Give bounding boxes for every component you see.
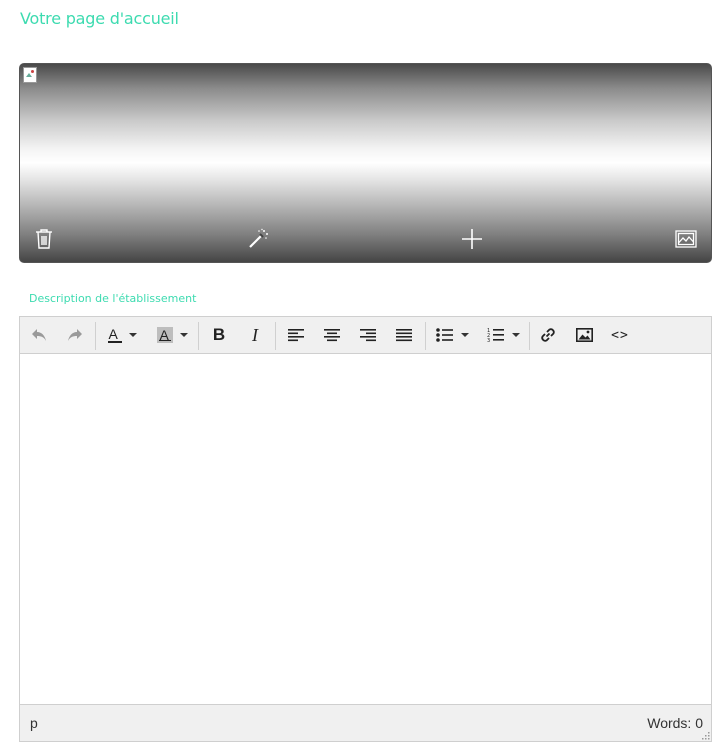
bold-icon: B bbox=[212, 325, 226, 344]
banner-image bbox=[19, 63, 712, 263]
link-icon bbox=[541, 328, 555, 342]
numbered-list-button[interactable]: 123 bbox=[481, 322, 525, 348]
chevron-down-icon bbox=[128, 333, 137, 337]
toolbar-separator bbox=[95, 322, 96, 350]
magic-wand-icon bbox=[249, 228, 268, 248]
editor-toolbar: A A B I 1 2 3 <> bbox=[20, 317, 711, 354]
insert-link-button[interactable] bbox=[534, 322, 562, 348]
trash-icon bbox=[36, 229, 52, 249]
redo-icon bbox=[68, 329, 82, 341]
align-left-button[interactable] bbox=[282, 322, 310, 348]
align-left-icon bbox=[288, 329, 304, 342]
bold-button[interactable]: B bbox=[205, 322, 233, 348]
toolbar-separator bbox=[529, 322, 530, 350]
rich-text-editor: A A B I 1 2 3 <> p Words: 0 bbox=[19, 316, 712, 742]
change-image-button[interactable] bbox=[673, 226, 699, 252]
code-icon: <> bbox=[611, 327, 629, 343]
source-code-button[interactable]: <> bbox=[606, 322, 634, 348]
toolbar-separator bbox=[198, 322, 199, 350]
broken-image-icon bbox=[23, 67, 37, 83]
delete-image-button[interactable] bbox=[31, 226, 57, 252]
italic-icon: I bbox=[252, 324, 258, 345]
add-image-button[interactable] bbox=[459, 226, 485, 252]
align-justify-button[interactable] bbox=[390, 322, 418, 348]
align-center-icon bbox=[324, 329, 340, 342]
text-color-button[interactable]: A bbox=[100, 322, 144, 348]
background-color-button[interactable]: A bbox=[150, 322, 194, 348]
undo-icon bbox=[32, 329, 46, 341]
toolbar-separator bbox=[275, 322, 276, 350]
toolbar-separator bbox=[425, 322, 426, 350]
edit-image-button[interactable] bbox=[245, 226, 271, 252]
resize-handle-icon[interactable] bbox=[700, 730, 710, 740]
align-right-button[interactable] bbox=[354, 322, 382, 348]
chevron-down-icon bbox=[511, 333, 520, 337]
description-label: Description de l'établissement bbox=[29, 292, 197, 305]
text-color-letter: A bbox=[108, 326, 118, 342]
page-title: Votre page d'accueil bbox=[20, 9, 179, 28]
bullet-list-icon bbox=[435, 328, 453, 342]
chevron-down-icon bbox=[460, 333, 469, 337]
image-icon bbox=[575, 328, 593, 342]
underline-mark bbox=[158, 340, 171, 341]
word-count: Words: 0 bbox=[647, 715, 703, 731]
align-right-icon bbox=[360, 329, 376, 342]
insert-image-button[interactable] bbox=[570, 322, 598, 348]
text-color-swatch bbox=[107, 341, 122, 343]
image-icon bbox=[675, 230, 697, 248]
undo-button[interactable] bbox=[25, 322, 53, 348]
element-path[interactable]: p bbox=[30, 715, 38, 731]
italic-button[interactable]: I bbox=[241, 322, 269, 348]
bullet-list-button[interactable] bbox=[430, 322, 474, 348]
align-justify-icon bbox=[396, 329, 412, 342]
svg-text:3: 3 bbox=[487, 338, 490, 343]
redo-button[interactable] bbox=[61, 322, 89, 348]
numbered-list-icon: 123 bbox=[487, 328, 504, 343]
align-center-button[interactable] bbox=[318, 322, 346, 348]
editor-content-area[interactable] bbox=[20, 354, 711, 704]
plus-icon bbox=[462, 229, 482, 249]
chevron-down-icon bbox=[179, 333, 188, 337]
editor-statusbar: p Words: 0 bbox=[20, 704, 711, 741]
